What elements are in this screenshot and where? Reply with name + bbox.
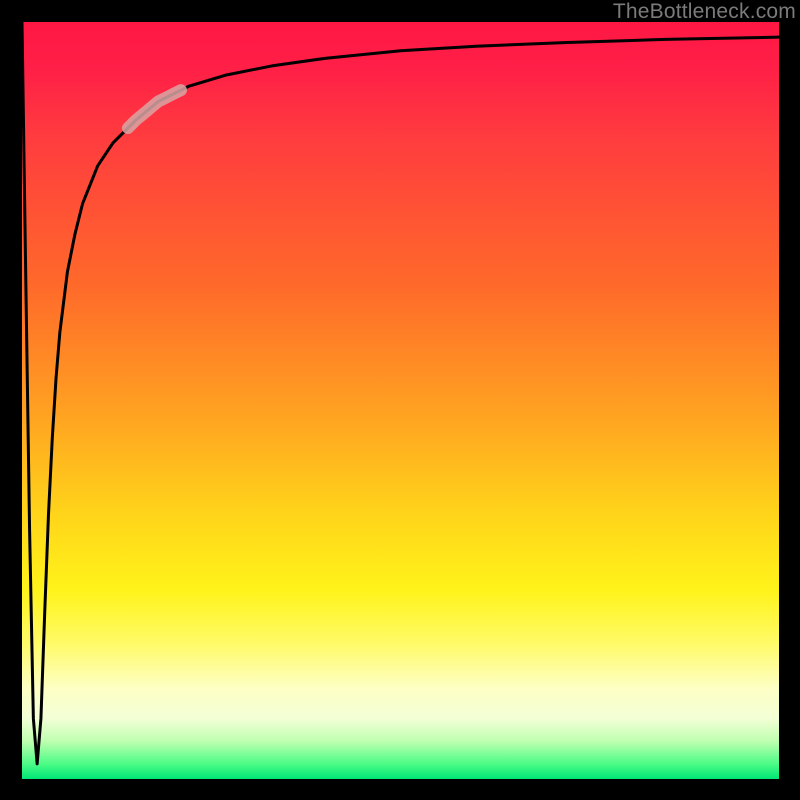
curve-layer bbox=[22, 22, 779, 779]
plot-area bbox=[22, 22, 779, 779]
attribution-watermark: TheBottleneck.com bbox=[613, 0, 796, 24]
bottleneck-curve bbox=[22, 22, 779, 764]
chart-frame: TheBottleneck.com bbox=[0, 0, 800, 800]
segment-highlight bbox=[128, 90, 181, 128]
